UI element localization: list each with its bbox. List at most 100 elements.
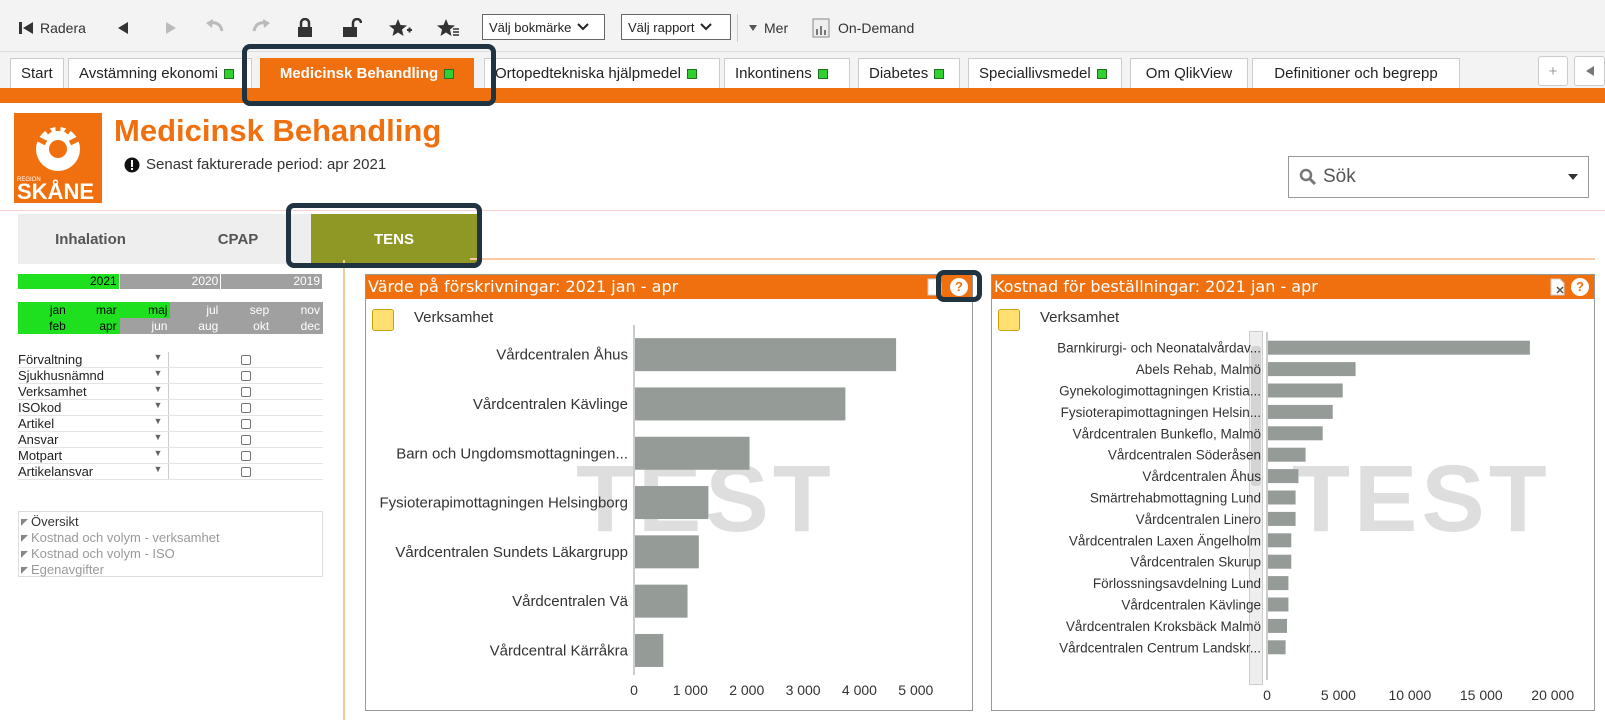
- filter-row[interactable]: Verksamhet ▼: [18, 384, 323, 400]
- category-label: Vårdcentralen Kävlinge: [473, 396, 628, 413]
- subtab-inhalation[interactable]: Inhalation: [18, 214, 163, 264]
- export-icon[interactable]: [1549, 278, 1567, 296]
- dropdown-arrow-icon[interactable]: ▼: [148, 416, 168, 431]
- month-cell[interactable]: okt: [221, 318, 273, 334]
- month-cell[interactable]: mar: [68, 302, 120, 318]
- dropdown-arrow-icon[interactable]: ▼: [148, 368, 168, 383]
- tab-label: Start: [21, 65, 53, 82]
- filter-row[interactable]: Artikel ▼: [18, 416, 323, 432]
- triangle-down-icon: [749, 25, 757, 31]
- month-cell[interactable]: aug: [170, 318, 222, 334]
- x-tick-label: 0: [1263, 687, 1271, 703]
- dropdown-arrow-icon[interactable]: ▼: [148, 464, 168, 479]
- filter-checkbox[interactable]: [241, 466, 251, 477]
- tab-medicinsk-behandling[interactable]: Medicinsk Behandling: [260, 58, 474, 88]
- status-indicator: [1096, 68, 1107, 79]
- tab-inkontinens[interactable]: Inkontinens: [724, 58, 850, 88]
- category-label: Vårdcentralen Åhus: [496, 347, 628, 364]
- period-info: Senast fakturerade period: apr 2021: [124, 156, 386, 173]
- bar: [1268, 576, 1289, 591]
- help-icon[interactable]: ?: [950, 278, 968, 296]
- category-label: Förlossningsavdelning Lund: [1093, 576, 1261, 591]
- year-cell[interactable]: 2021: [18, 274, 120, 289]
- panel-title: Kostnad för beställningar: 2021 jan - ap…: [992, 275, 1594, 299]
- month-cell[interactable]: apr: [68, 318, 120, 334]
- add-bookmark-button[interactable]: [388, 14, 412, 42]
- filter-checkbox[interactable]: [241, 418, 251, 429]
- month-cell[interactable]: dec: [272, 318, 323, 334]
- back-button[interactable]: [116, 14, 130, 42]
- nav-link[interactable]: Kostnad och volym - verksamhet: [21, 530, 322, 546]
- report-nav: Översikt Kostnad och volym - verksamhet …: [18, 511, 323, 577]
- clear-button[interactable]: Radera: [18, 14, 86, 42]
- dropdown-arrow-icon[interactable]: ▼: [148, 384, 168, 399]
- arrow-left-icon: [118, 22, 128, 34]
- year-cell[interactable]: 2020: [119, 274, 222, 289]
- bookmark-list-button[interactable]: [436, 14, 460, 42]
- subtab-cpap[interactable]: CPAP: [168, 214, 308, 264]
- dropdown-arrow-icon[interactable]: ▼: [148, 448, 168, 463]
- tab-avstamning-ekonomi[interactable]: Avstämning ekonomi: [68, 58, 252, 88]
- help-icon[interactable]: ?: [1571, 278, 1589, 296]
- filter-checkbox[interactable]: [241, 370, 251, 381]
- month-cell[interactable]: maj: [119, 302, 171, 318]
- filter-row[interactable]: Sjukhusnämnd ▼: [18, 368, 323, 384]
- category-label: Abels Rehab, Malmö: [1136, 362, 1261, 377]
- nav-link[interactable]: Kostnad och volym - ISO: [21, 546, 322, 562]
- filter-checkbox[interactable]: [241, 434, 251, 445]
- filter-checkbox[interactable]: [241, 402, 251, 413]
- export-icon[interactable]: [926, 278, 942, 296]
- filter-row[interactable]: Ansvar ▼: [18, 432, 323, 448]
- forward-button[interactable]: [164, 14, 178, 42]
- subtab-tens[interactable]: TENS: [311, 214, 477, 264]
- month-cell[interactable]: jun: [119, 318, 171, 334]
- tab-diabetes[interactable]: Diabetes: [858, 58, 960, 88]
- filter-checkbox[interactable]: [241, 354, 251, 365]
- tab-speciallivsmedel[interactable]: Speciallivsmedel: [968, 58, 1122, 88]
- header-divider: [0, 210, 1605, 211]
- dropdown-arrow-icon[interactable]: ▼: [148, 432, 168, 447]
- month-cell[interactable]: jul: [170, 302, 222, 318]
- filter-label: Verksamhet: [18, 384, 87, 399]
- year-cell[interactable]: 2019: [221, 274, 324, 289]
- filter-row[interactable]: Motpart ▼: [18, 448, 323, 464]
- chart-panel-prescriptions: Värde på förskrivningar: 2021 jan - apr …: [365, 274, 973, 711]
- dropdown-arrow-icon[interactable]: ▼: [148, 352, 168, 367]
- region-skane-logo: REGION SKÅNE: [14, 113, 102, 204]
- report-select-label: Välj rapport: [628, 19, 695, 35]
- corner-icon: [21, 566, 28, 574]
- nav-link[interactable]: Översikt: [21, 514, 322, 530]
- more-button[interactable]: Mer: [748, 14, 788, 42]
- corner-icon: [21, 550, 28, 558]
- ondemand-button[interactable]: On-Demand: [812, 14, 914, 42]
- month-cell[interactable]: jan: [18, 302, 69, 318]
- unlock-button[interactable]: [342, 14, 362, 42]
- filter-row[interactable]: ISOkod ▼: [18, 400, 323, 416]
- tab-om-qlikview[interactable]: Om QlikView: [1130, 58, 1248, 88]
- period-text: Senast fakturerade period: apr 2021: [146, 156, 387, 173]
- tab-definitioner[interactable]: Definitioner och begrepp: [1252, 58, 1460, 88]
- month-cell[interactable]: nov: [272, 302, 323, 318]
- search-input[interactable]: Sök: [1288, 156, 1589, 198]
- x-tick-label: 2 000: [729, 682, 764, 698]
- tab-label: Definitioner och begrepp: [1274, 65, 1438, 82]
- dropdown-arrow-icon[interactable]: ▼: [148, 400, 168, 415]
- bookmark-select[interactable]: Välj bokmärke: [482, 14, 605, 40]
- filter-row[interactable]: Artikelansvar ▼: [18, 464, 323, 480]
- filter-checkbox[interactable]: [241, 450, 251, 461]
- add-tab-button[interactable]: +: [1538, 56, 1568, 86]
- report-select[interactable]: Välj rapport: [621, 14, 731, 40]
- tab-start[interactable]: Start: [10, 58, 64, 88]
- x-tick-label: 0: [630, 682, 638, 698]
- month-cell[interactable]: sep: [221, 302, 273, 318]
- filter-checkbox[interactable]: [241, 386, 251, 397]
- month-cell[interactable]: feb: [18, 318, 69, 334]
- tab-ortopedtekniska[interactable]: Ortopedtekniska hjälpmedel: [484, 58, 720, 88]
- scroll-tabs-left-button[interactable]: [1574, 56, 1605, 86]
- nav-link[interactable]: Egenavgifter: [21, 562, 322, 578]
- lock-button[interactable]: [296, 14, 314, 42]
- redo-button[interactable]: [250, 14, 272, 42]
- undo-button[interactable]: [204, 14, 226, 42]
- filter-row[interactable]: Förvaltning ▼: [18, 352, 323, 368]
- filter-label: Motpart: [18, 448, 63, 463]
